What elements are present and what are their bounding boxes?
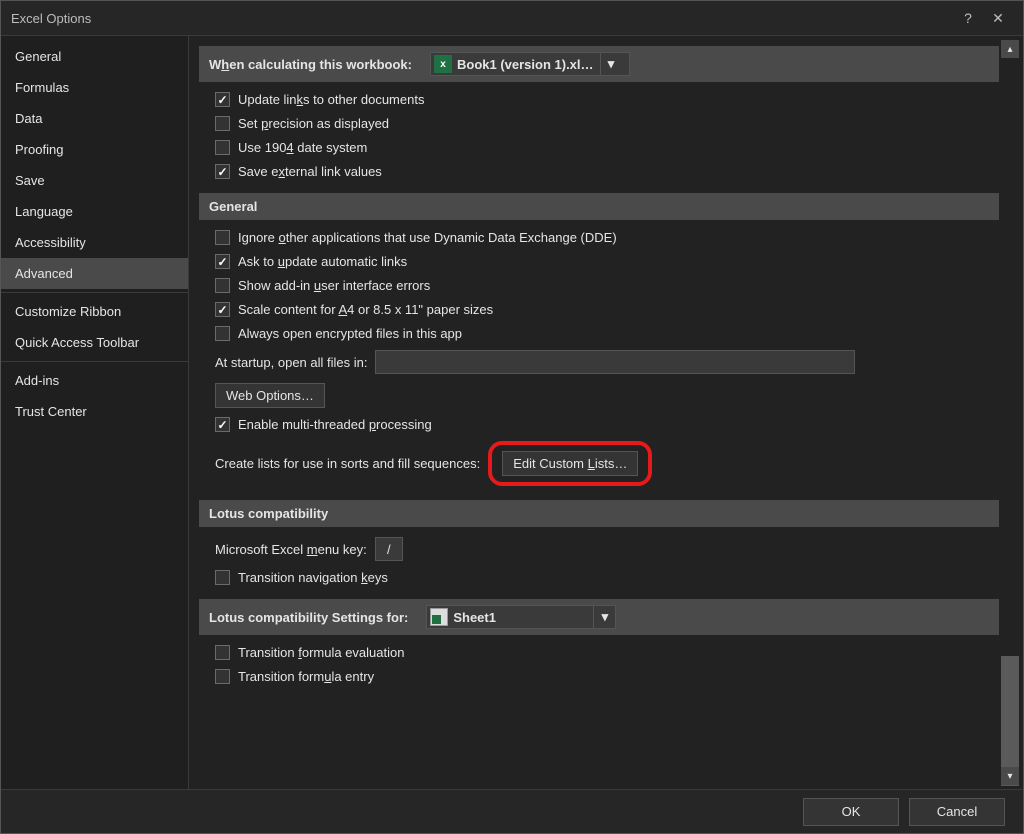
excel-file-icon: x (434, 55, 452, 73)
close-icon[interactable]: ✕ (983, 10, 1013, 27)
ok-button[interactable]: OK (803, 798, 899, 826)
web-options-button[interactable]: Web Options… (215, 383, 325, 408)
highlight-ring: Edit Custom Lists… (488, 441, 652, 486)
sidebar-separator (1, 292, 188, 293)
section-general: General (199, 193, 999, 220)
checkbox-nav-keys[interactable] (215, 570, 230, 585)
label-formula-entry: Transition formula entry (238, 669, 374, 684)
sidebar-separator (1, 361, 188, 362)
sheet-icon (430, 608, 448, 626)
label-addin-errors: Show add-in user interface errors (238, 278, 430, 293)
section-label: Lotus compatibility Settings for: (209, 610, 408, 625)
menu-key-input[interactable] (375, 537, 403, 561)
window-title: Excel Options (11, 11, 91, 26)
sidebar-item-language[interactable]: Language (1, 196, 188, 227)
label-update-links: Update links to other documents (238, 92, 424, 107)
label-save-external: Save external link values (238, 164, 382, 179)
cancel-button[interactable]: Cancel (909, 798, 1005, 826)
sidebar-item-customize-ribbon[interactable]: Customize Ribbon (1, 296, 188, 327)
checkbox-encrypted[interactable] (215, 326, 230, 341)
excel-options-window: Excel Options ? ✕ General Formulas Data … (0, 0, 1024, 834)
section-lotus-compat: Lotus compatibility (199, 500, 999, 527)
checkbox-ask-update[interactable] (215, 254, 230, 269)
sidebar-item-save[interactable]: Save (1, 165, 188, 196)
section-lotus-settings: Lotus compatibility Settings for: Sheet1… (199, 599, 999, 635)
scroll-up-icon[interactable]: ▴ (1001, 40, 1019, 58)
sidebar-item-general[interactable]: General (1, 41, 188, 72)
workbook-name: Book1 (version 1).xl… (455, 57, 600, 72)
scroll-down-icon[interactable]: ▾ (1001, 767, 1019, 785)
label-scale-content: Scale content for A4 or 8.5 x 11" paper … (238, 302, 493, 317)
label-set-precision: Set precision as displayed (238, 116, 389, 131)
chevron-down-icon: ▾ (600, 53, 622, 75)
titlebar: Excel Options ? ✕ (1, 1, 1023, 35)
sheet-dropdown[interactable]: Sheet1 ▾ (426, 605, 616, 629)
sheet-name: Sheet1 (451, 610, 502, 625)
label-startup: At startup, open all files in: (215, 355, 367, 370)
sidebar-item-quick-access-toolbar[interactable]: Quick Access Toolbar (1, 327, 188, 358)
label-1904-date: Use 1904 date system (238, 140, 367, 155)
checkbox-addin-errors[interactable] (215, 278, 230, 293)
checkbox-save-external[interactable] (215, 164, 230, 179)
workbook-dropdown[interactable]: x Book1 (version 1).xl… ▾ (430, 52, 630, 76)
sidebar-item-advanced[interactable]: Advanced (1, 258, 188, 289)
label-ask-update: Ask to update automatic links (238, 254, 407, 269)
label-formula-eval: Transition formula evaluation (238, 645, 404, 660)
checkbox-formula-eval[interactable] (215, 645, 230, 660)
checkbox-formula-entry[interactable] (215, 669, 230, 684)
sidebar-item-data[interactable]: Data (1, 103, 188, 134)
label-create-lists: Create lists for use in sorts and fill s… (215, 456, 480, 471)
checkbox-ignore-dde[interactable] (215, 230, 230, 245)
content-pane: ▴ ▾ When calculating this workbook: x Bo… (189, 36, 1023, 789)
section-when-calculating: When calculating this workbook: x Book1 … (199, 46, 999, 82)
startup-folder-input[interactable] (375, 350, 855, 374)
label-multithread: Enable multi-threaded processing (238, 417, 432, 432)
sidebar-item-proofing[interactable]: Proofing (1, 134, 188, 165)
client-area: General Formulas Data Proofing Save Lang… (1, 35, 1023, 789)
label-menu-key: Microsoft Excel menu key: (215, 542, 367, 557)
label-nav-keys: Transition navigation keys (238, 570, 388, 585)
checkbox-update-links[interactable] (215, 92, 230, 107)
checkbox-set-precision[interactable] (215, 116, 230, 131)
checkbox-multithread[interactable] (215, 417, 230, 432)
edit-custom-lists-button[interactable]: Edit Custom Lists… (502, 451, 638, 476)
dialog-footer: OK Cancel (1, 789, 1023, 833)
label-ignore-dde: Ignore other applications that use Dynam… (238, 230, 617, 245)
sidebar-item-formulas[interactable]: Formulas (1, 72, 188, 103)
help-icon[interactable]: ? (953, 10, 983, 26)
sidebar-item-accessibility[interactable]: Accessibility (1, 227, 188, 258)
sidebar-item-add-ins[interactable]: Add-ins (1, 365, 188, 396)
checkbox-1904-date[interactable] (215, 140, 230, 155)
section-label: When calculating this workbook: (209, 57, 412, 72)
checkbox-scale-content[interactable] (215, 302, 230, 317)
label-encrypted: Always open encrypted files in this app (238, 326, 462, 341)
sidebar-item-trust-center[interactable]: Trust Center (1, 396, 188, 427)
sidebar: General Formulas Data Proofing Save Lang… (1, 36, 189, 789)
chevron-down-icon: ▾ (593, 606, 615, 628)
